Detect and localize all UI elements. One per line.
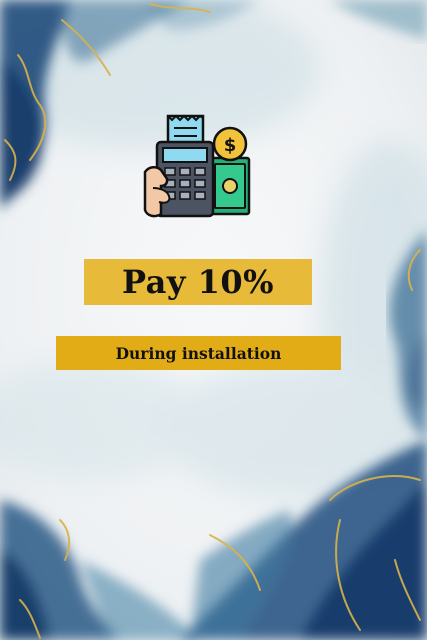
headline-text: Pay 10%	[121, 263, 275, 301]
subline-banner: During installation	[56, 336, 341, 370]
watercolor-background	[0, 0, 427, 640]
subline-text: During installation	[115, 343, 282, 363]
svg-text:$: $	[224, 135, 237, 156]
payment-terminal-icon: $	[143, 114, 251, 218]
headline-banner: Pay 10%	[84, 259, 312, 305]
